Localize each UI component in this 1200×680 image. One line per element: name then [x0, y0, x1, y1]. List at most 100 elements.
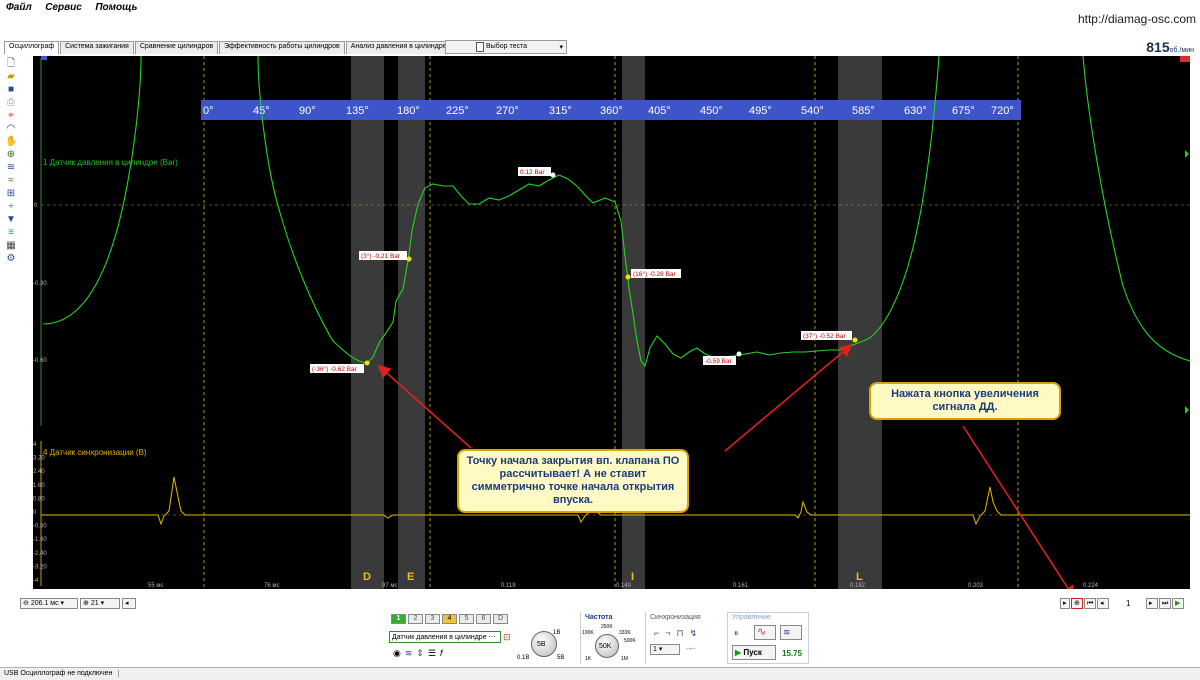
- frequency-knob-value: 50K: [599, 643, 612, 650]
- oscilloscope-plot[interactable]: 0° 45° 90° 135° 180° 225° 270° 315° 360° 405° 450°…: [33, 56, 1190, 589]
- channel-button-3[interactable]: 3: [425, 614, 440, 624]
- scroll-right-button[interactable]: ▸: [1060, 598, 1070, 609]
- freq-label: 333K: [619, 630, 631, 636]
- multi-wave-button[interactable]: ≋: [780, 625, 802, 640]
- marker-label: (-36°) -0.62 Bar: [312, 365, 358, 373]
- degree-label: 180°: [397, 105, 420, 117]
- zoom-select[interactable]: ⊕ 21 ▾: [80, 598, 120, 609]
- freq-label: 1M: [621, 656, 628, 662]
- degree-label: 405°: [648, 105, 671, 117]
- ch4-tick: -1.60: [33, 537, 47, 543]
- next-page-button[interactable]: ▸: [1146, 598, 1158, 609]
- zoom-value: 21: [90, 600, 99, 607]
- function-icon[interactable]: f: [440, 648, 443, 659]
- wave-icon[interactable]: ≋: [405, 648, 413, 659]
- channel-button-4[interactable]: 4: [442, 614, 457, 624]
- ch4-ticks: 4 3.20 2.40 1.60 0.80 0 -0.80 -1.60 -2.40 -3.20 -4: [33, 442, 47, 584]
- cursor-icon[interactable]: ⌖: [5, 110, 17, 121]
- degree-label: 720°: [991, 105, 1014, 117]
- channel-probe-icon[interactable]: ⊡: [503, 632, 511, 643]
- auto-sync-icon[interactable]: ↯: [690, 628, 698, 639]
- prev-page-button[interactable]: ◂: [1097, 598, 1109, 609]
- ch1-tick: -0.30: [33, 281, 47, 287]
- invert-icon[interactable]: ⇕: [416, 648, 424, 659]
- list-icon[interactable]: ☰: [428, 648, 436, 659]
- eye-icon[interactable]: ◉: [393, 648, 401, 659]
- marker-point[interactable]: [736, 351, 742, 357]
- falling-edge-icon[interactable]: ¬: [665, 628, 670, 639]
- headphones-icon[interactable]: ◠: [5, 123, 17, 134]
- layers-icon[interactable]: ≡: [5, 227, 17, 238]
- hand-icon[interactable]: ✋: [5, 136, 17, 147]
- channel-button-2[interactable]: 2: [408, 614, 423, 624]
- zoom-out-icon: ⊖: [23, 600, 29, 607]
- waveform-icon[interactable]: ≋: [5, 162, 17, 173]
- ch4-tick: 0: [33, 510, 37, 516]
- play-icon: ▶: [735, 648, 742, 657]
- x-tick-label: 0.182: [850, 583, 866, 589]
- rising-edge-icon[interactable]: ⌐: [654, 628, 659, 639]
- sync-panel: Синхронизация ⌐ ¬ ⊓ ↯ 1 ▾ -÷-: [645, 612, 721, 664]
- menu-file[interactable]: Файл: [6, 2, 32, 13]
- save-icon[interactable]: ■: [5, 84, 17, 95]
- menu-service[interactable]: Сервис: [45, 2, 82, 13]
- ch1-right-marker: [1185, 406, 1189, 414]
- ch4-tick: 2.40: [33, 469, 45, 475]
- x-tick-label: 97 мс: [382, 583, 397, 589]
- settings-icon[interactable]: ⚙: [5, 253, 17, 264]
- marker-point[interactable]: [550, 172, 556, 178]
- menu-help[interactable]: Помощь: [95, 2, 137, 13]
- split-icon[interactable]: ÷: [5, 201, 17, 212]
- last-page-button[interactable]: ⏭: [1159, 598, 1171, 609]
- play-button[interactable]: ▶: [1172, 598, 1184, 609]
- grid-wave-icon[interactable]: ≈: [5, 175, 17, 186]
- timebase-bar: ⊖ 206.1 мс ▾ ⊕ 21 ▾ ◂ ▸ ⊕ ⏮ ◂ 1 ▸ ⏭ ▶: [0, 597, 1200, 611]
- degree-label: 450°: [700, 105, 723, 117]
- freq-label: 500K: [624, 638, 636, 644]
- new-file-icon[interactable]: 🗋: [5, 58, 17, 69]
- channel-button-d[interactable]: D: [493, 614, 508, 624]
- zoom-signal-button[interactable]: ⊕: [1071, 598, 1083, 609]
- timebase-value: 206.1 мс: [30, 600, 59, 607]
- tab-cylinder-compare[interactable]: Сравнение цилиндров: [134, 41, 219, 54]
- sync-level-icon[interactable]: -÷-: [686, 644, 696, 653]
- channel-button-5[interactable]: 5: [459, 614, 474, 624]
- table-icon[interactable]: ▦: [5, 240, 17, 251]
- site-url[interactable]: http://diamag-osc.com: [1078, 12, 1196, 26]
- test-select-dropdown[interactable]: Выбор теста ▾: [445, 40, 567, 54]
- channel-button-1[interactable]: 1: [391, 614, 406, 624]
- open-folder-icon[interactable]: ▰: [5, 71, 17, 82]
- timebase-select[interactable]: ⊖ 206.1 мс ▾: [20, 598, 78, 609]
- zoom-icon[interactable]: ⊕: [5, 149, 17, 160]
- frequency-title: Частота: [585, 614, 613, 621]
- tab-cylinder-efficiency[interactable]: Эффективность работы цилиндров: [219, 41, 345, 54]
- freq-label: 1K: [585, 656, 592, 662]
- filter-icon[interactable]: ▼: [5, 214, 17, 225]
- channel1-label: 1 Датчик давления в цилиндре (Bar): [43, 158, 178, 167]
- degree-label: 135°: [346, 105, 369, 117]
- sync-channel-select[interactable]: 1 ▾: [650, 644, 680, 655]
- pause-icon[interactable]: ⏸: [734, 628, 739, 639]
- top-left-marker: [41, 56, 47, 60]
- multi-channel-icon[interactable]: ⊞: [5, 188, 17, 199]
- tab-pressure-analysis[interactable]: Анализ давления в цилиндре: [345, 41, 452, 54]
- marker-point[interactable]: [625, 274, 631, 280]
- marker-point[interactable]: [852, 337, 858, 343]
- pulse-icon[interactable]: ⊓: [677, 628, 684, 639]
- tab-oscilloscope[interactable]: Осциллограф: [4, 41, 60, 54]
- marker-point[interactable]: [364, 360, 370, 366]
- ch4-tick: 1.60: [33, 483, 45, 489]
- channel-button-6[interactable]: 6: [476, 614, 491, 624]
- marker-point[interactable]: [406, 256, 412, 262]
- sync-title: Синхронизация: [650, 614, 701, 621]
- start-button[interactable]: ▶ Пуск: [732, 645, 776, 660]
- tab-ignition[interactable]: Система зажигания: [60, 41, 134, 54]
- channel-source-select[interactable]: Датчик давления в цилиндре ⋯: [389, 631, 501, 643]
- scroll-left-button[interactable]: ◂: [122, 598, 136, 609]
- first-page-button[interactable]: ⏮: [1084, 598, 1096, 609]
- close-icon[interactable]: [1180, 56, 1190, 62]
- sine-mode-button[interactable]: ∿: [754, 625, 776, 640]
- print-icon[interactable]: ⎙: [5, 97, 17, 108]
- freq-label: 100K: [582, 630, 594, 636]
- x-tick-label: 0.161: [733, 583, 749, 589]
